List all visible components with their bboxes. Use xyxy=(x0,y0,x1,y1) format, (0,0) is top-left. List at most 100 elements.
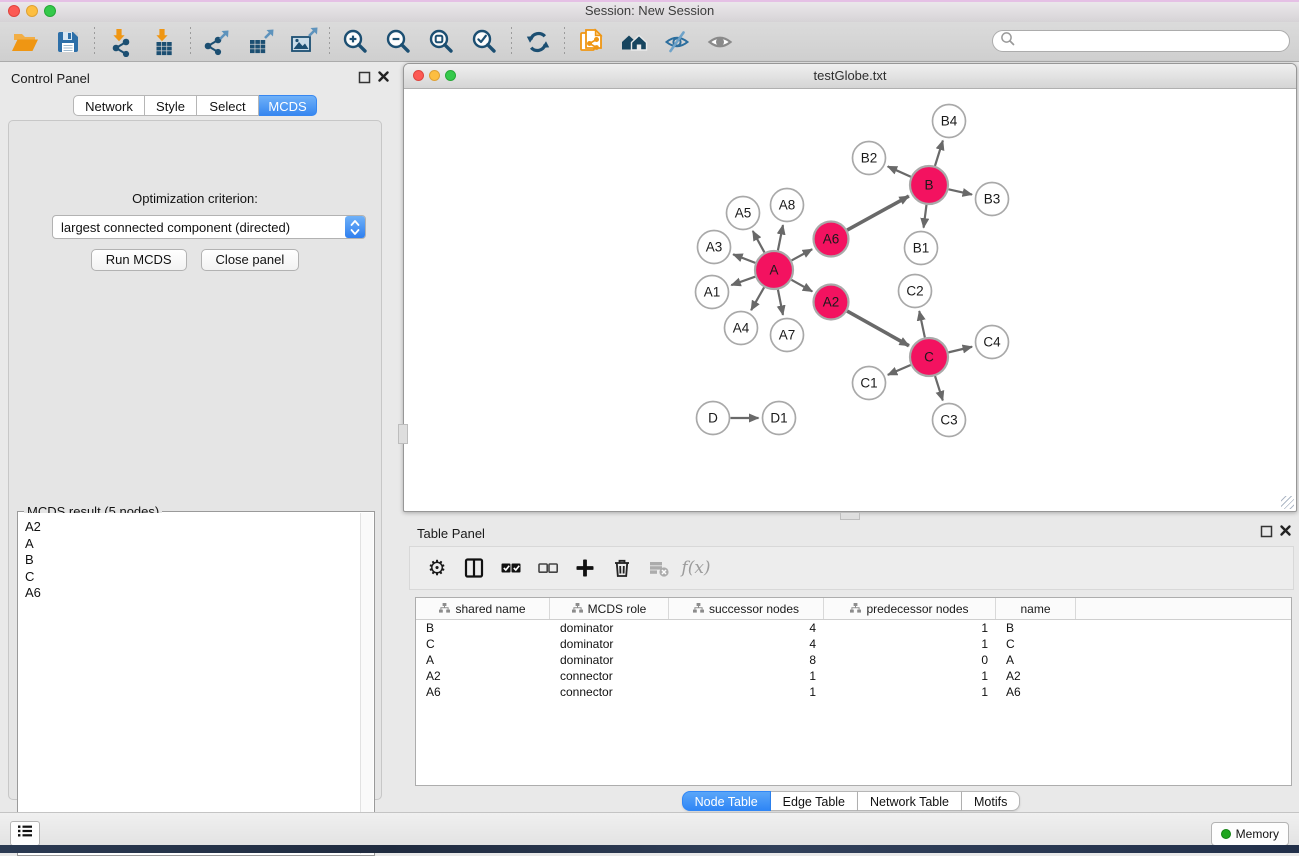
cell-shared-name[interactable]: B xyxy=(416,621,550,635)
close-panel-icon[interactable] xyxy=(377,70,390,88)
cell-name[interactable]: A6 xyxy=(996,685,1076,699)
open-session-icon[interactable] xyxy=(8,25,42,59)
node-A8[interactable]: A8 xyxy=(771,189,804,222)
cell-name[interactable]: A xyxy=(996,653,1076,667)
node-A3[interactable]: A3 xyxy=(698,231,731,264)
cell-successor-nodes[interactable]: 4 xyxy=(669,637,824,651)
show-panels-icon[interactable] xyxy=(703,25,737,59)
cell-name[interactable]: C xyxy=(996,637,1076,651)
edge-B-B2[interactable] xyxy=(888,166,911,176)
deselect-all-icon[interactable] xyxy=(535,555,561,581)
node-A7[interactable]: A7 xyxy=(771,319,804,352)
add-row-icon[interactable] xyxy=(572,555,598,581)
edge-A-A3[interactable] xyxy=(733,254,755,263)
network-window-titlebar[interactable]: testGlobe.txt xyxy=(404,64,1296,89)
window-resize-grip[interactable] xyxy=(1281,496,1294,509)
splitpane-grip-vertical[interactable] xyxy=(398,424,408,444)
cell-MCDS-role[interactable]: dominator xyxy=(550,621,669,635)
float-panel-icon[interactable] xyxy=(358,71,371,89)
cell-predecessor-nodes[interactable]: 1 xyxy=(824,621,996,635)
edge-B-B3[interactable] xyxy=(949,189,972,194)
mcds-result-item[interactable]: A xyxy=(25,536,361,553)
export-network-icon[interactable] xyxy=(200,25,234,59)
result-scrollbar[interactable] xyxy=(360,513,373,854)
node-A2[interactable]: A2 xyxy=(814,285,849,320)
network-canvas[interactable]: AA1A3A4A5A7A8A6A2BB1B2B3B4CC1C2C3C4DD1 xyxy=(405,89,1295,511)
node-C2[interactable]: C2 xyxy=(899,275,932,308)
node-B1[interactable]: B1 xyxy=(905,232,938,265)
edge-C-C2[interactable] xyxy=(919,311,925,337)
tab-motifs[interactable]: Motifs xyxy=(962,791,1020,811)
table-row[interactable]: A6connector11A6 xyxy=(416,684,1291,700)
node-A1[interactable]: A1 xyxy=(696,276,729,309)
gear-icon[interactable]: ⚙ xyxy=(424,555,450,581)
select-all-icon[interactable] xyxy=(498,555,524,581)
close-panel-button[interactable]: Close panel xyxy=(201,249,300,271)
table-row[interactable]: Bdominator41B xyxy=(416,620,1291,636)
node-D[interactable]: D xyxy=(697,402,730,435)
cell-shared-name[interactable]: C xyxy=(416,637,550,651)
search-input[interactable] xyxy=(1020,33,1289,49)
delete-row-icon[interactable] xyxy=(609,555,635,581)
node-B4[interactable]: B4 xyxy=(933,105,966,138)
edge-C-C4[interactable] xyxy=(948,347,972,353)
edge-A-A7[interactable] xyxy=(778,290,783,315)
search-box[interactable] xyxy=(992,30,1290,52)
save-session-icon[interactable] xyxy=(51,25,85,59)
edge-A6-B[interactable] xyxy=(847,196,909,230)
columns-icon[interactable] xyxy=(461,555,487,581)
column-header-predecessor-nodes[interactable]: predecessor nodes xyxy=(824,598,996,619)
cell-name[interactable]: B xyxy=(996,621,1076,635)
column-header-name[interactable]: name xyxy=(996,598,1076,619)
node-B2[interactable]: B2 xyxy=(853,142,886,175)
column-header-MCDS-role[interactable]: MCDS role xyxy=(550,598,669,619)
zoom-fit-icon[interactable] xyxy=(425,25,459,59)
node-C[interactable]: C xyxy=(910,338,948,376)
table-row[interactable]: Cdominator41C xyxy=(416,636,1291,652)
cell-successor-nodes[interactable]: 1 xyxy=(669,685,824,699)
cell-predecessor-nodes[interactable]: 1 xyxy=(824,637,996,651)
edge-A-A5[interactable] xyxy=(753,231,765,252)
cell-shared-name[interactable]: A xyxy=(416,653,550,667)
tab-style[interactable]: Style xyxy=(145,95,197,116)
node-C1[interactable]: C1 xyxy=(853,367,886,400)
mcds-result-item[interactable]: B xyxy=(25,552,361,569)
cell-successor-nodes[interactable]: 4 xyxy=(669,621,824,635)
hide-panels-icon[interactable] xyxy=(660,25,694,59)
import-network-icon[interactable] xyxy=(104,25,138,59)
zoom-out-icon[interactable] xyxy=(382,25,416,59)
node-C4[interactable]: C4 xyxy=(976,326,1009,359)
mcds-result-item[interactable]: A2 xyxy=(25,519,361,536)
table-row[interactable]: Adominator80A xyxy=(416,652,1291,668)
cell-successor-nodes[interactable]: 1 xyxy=(669,669,824,683)
tab-select[interactable]: Select xyxy=(197,95,259,116)
edge-A-A4[interactable] xyxy=(751,287,764,310)
node-D1[interactable]: D1 xyxy=(763,402,796,435)
node-C3[interactable]: C3 xyxy=(933,404,966,437)
tab-network-table[interactable]: Network Table xyxy=(858,791,962,811)
column-header-successor-nodes[interactable]: successor nodes xyxy=(669,598,824,619)
cell-predecessor-nodes[interactable]: 0 xyxy=(824,653,996,667)
run-mcds-button[interactable]: Run MCDS xyxy=(91,249,187,271)
edge-B-B4[interactable] xyxy=(935,141,943,166)
session-from-network-icon[interactable] xyxy=(574,25,608,59)
memory-button[interactable]: Memory xyxy=(1211,822,1289,846)
edge-A-A8[interactable] xyxy=(778,225,783,250)
export-image-icon[interactable] xyxy=(286,25,320,59)
cell-shared-name[interactable]: A2 xyxy=(416,669,550,683)
tab-mcds[interactable]: MCDS xyxy=(259,95,317,116)
mcds-result-item[interactable]: C xyxy=(25,569,361,586)
edge-A-A2[interactable] xyxy=(791,280,812,292)
cell-successor-nodes[interactable]: 8 xyxy=(669,653,824,667)
cell-MCDS-role[interactable]: connector xyxy=(550,685,669,699)
close-table-panel-icon[interactable] xyxy=(1279,524,1292,542)
node-A[interactable]: A xyxy=(755,251,793,289)
edge-A-A6[interactable] xyxy=(792,249,813,260)
home-icon[interactable] xyxy=(617,25,651,59)
node-B[interactable]: B xyxy=(910,166,948,204)
import-table-icon[interactable] xyxy=(147,25,181,59)
zoom-in-icon[interactable] xyxy=(339,25,373,59)
cell-predecessor-nodes[interactable]: 1 xyxy=(824,669,996,683)
edge-B-B1[interactable] xyxy=(924,205,927,228)
cell-predecessor-nodes[interactable]: 1 xyxy=(824,685,996,699)
